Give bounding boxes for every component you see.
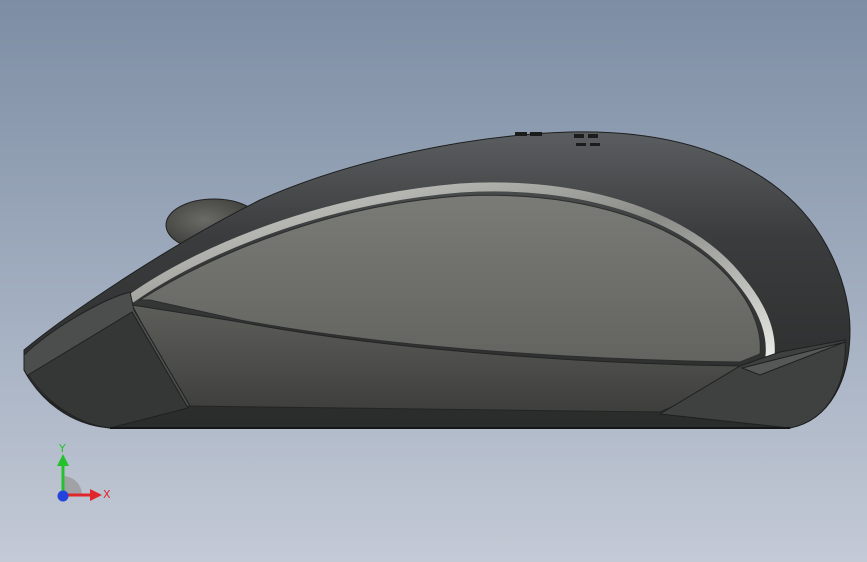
y-axis-arrowhead bbox=[57, 454, 69, 466]
x-axis-label: X bbox=[103, 488, 111, 501]
coordinate-axes-triad-icon: Y X bbox=[57, 442, 111, 502]
y-axis-label: Y bbox=[58, 442, 66, 455]
z-axis-dot bbox=[57, 490, 69, 502]
graphics-viewport[interactable]: Y X bbox=[0, 0, 867, 562]
x-axis-arrowhead bbox=[90, 489, 102, 501]
computer-mouse-3d-model[interactable] bbox=[0, 0, 867, 562]
